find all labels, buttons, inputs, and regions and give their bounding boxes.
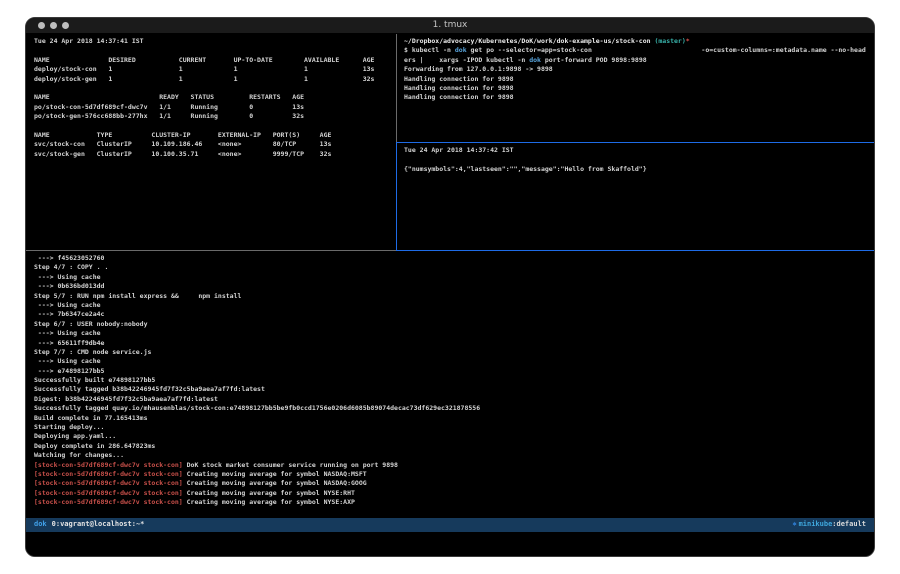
terminal-line: [stock-con-5d7df689cf-dwc7v stock-con] C…	[34, 489, 870, 498]
terminal-line: Successfully tagged quay.io/mhausenblas/…	[34, 404, 870, 413]
pane-curl-output[interactable]: Tue 24 Apr 2018 14:37:42 IST {"numsymbol…	[404, 146, 874, 174]
terminal-line: ---> 0b636bd013dd	[34, 282, 870, 291]
terminal-line: Forwarding from 127.0.0.1:9898 -> 9898	[404, 65, 874, 74]
terminal-line: deploy/stock-gen 1 1 1 1 32s	[34, 75, 394, 84]
terminal-line: [stock-con-5d7df689cf-dwc7v stock-con] D…	[34, 461, 870, 470]
terminal-line: NAME TYPE CLUSTER-IP EXTERNAL-IP PORT(S)…	[34, 131, 394, 140]
terminal-line: Watching for changes...	[34, 451, 870, 460]
terminal-line: [stock-con-5d7df689cf-dwc7v stock-con] C…	[34, 470, 870, 479]
terminal-line: Successfully tagged b38b42246945fd7f32c5…	[34, 385, 870, 394]
close-button[interactable]	[38, 22, 45, 29]
pane-port-forward[interactable]: ~/Dropbox/advocacy/Kubernetes/DoK/work/d…	[404, 37, 874, 103]
status-right: ⎈minikube:default	[792, 520, 866, 529]
window-label: 0:vagrant@localhost:~*	[52, 520, 145, 528]
pane-divider-horizontal-active-top[interactable]	[396, 142, 874, 143]
kubernetes-helm-icon: ⎈	[792, 520, 796, 528]
terminal-line: Step 4/7 : COPY . .	[34, 263, 870, 272]
terminal-line: ---> 65611ff9db4e	[34, 339, 870, 348]
terminal-line: ~/Dropbox/advocacy/Kubernetes/DoK/work/d…	[404, 37, 874, 46]
terminal-line: Tue 24 Apr 2018 14:37:41 IST	[34, 37, 394, 46]
terminal-line: $ kubectl -n dok get po --selector=app=s…	[404, 46, 874, 55]
window-titlebar: 1. tmux	[26, 18, 874, 34]
terminal-line	[34, 46, 394, 55]
terminal-line: Step 6/7 : USER nobody:nobody	[34, 320, 870, 329]
terminal-line: ---> e74898127bb5	[34, 367, 870, 376]
terminal-line: NAME READY STATUS RESTARTS AGE	[34, 93, 394, 102]
terminal-line: NAME DESIRED CURRENT UP-TO-DATE AVAILABL…	[34, 56, 394, 65]
terminal-line: [stock-con-5d7df689cf-dwc7v stock-con] C…	[34, 479, 870, 488]
window-controls	[38, 22, 69, 29]
terminal-line: svc/stock-gen ClusterIP 10.100.35.71 <no…	[34, 150, 394, 159]
terminal-window: 1. tmux Tue 24 Apr 2018 14:37:41 IST NAM…	[25, 17, 875, 557]
terminal-line: ---> 7b6347ce2a4c	[34, 310, 870, 319]
terminal-line: Handling connection for 9898	[404, 84, 874, 93]
terminal-line: Step 7/7 : CMD node service.js	[34, 348, 870, 357]
terminal-line: Handling connection for 9898	[404, 75, 874, 84]
terminal-line: Handling connection for 9898	[404, 93, 874, 102]
terminal-line: po/stock-con-5d7df689cf-dwc7v 1/1 Runnin…	[34, 103, 394, 112]
terminal-line	[404, 155, 874, 164]
terminal-line: svc/stock-con ClusterIP 10.109.186.46 <n…	[34, 140, 394, 149]
terminal-line: Deploy complete in 286.647823ms	[34, 442, 870, 451]
terminal-line: Build complete in 77.165413ms	[34, 414, 870, 423]
terminal-line: ---> Using cache	[34, 357, 870, 366]
terminal-line: Tue 24 Apr 2018 14:37:42 IST	[404, 146, 874, 155]
terminal-line	[34, 84, 394, 93]
terminal-line: Successfully built e74898127bb5	[34, 376, 870, 385]
window-title: 1. tmux	[26, 18, 874, 33]
terminal-line: ers | xargs -IPOD kubectl -n dok port-fo…	[404, 56, 874, 65]
terminal-line: ---> Using cache	[34, 301, 870, 310]
terminal-line: Starting deploy...	[34, 423, 870, 432]
status-left: dok 0:vagrant@localhost:~*	[34, 520, 144, 529]
session-name: dok	[34, 520, 47, 528]
kube-namespace: :default	[832, 520, 866, 528]
terminal-line: Deploying app.yaml...	[34, 432, 870, 441]
pane-kubectl-watch[interactable]: Tue 24 Apr 2018 14:37:41 IST NAME DESIRE…	[34, 37, 394, 159]
terminal-line: Digest: b38b42246945fd7f32c5ba9aea7af7fd…	[34, 395, 870, 404]
terminal-line: {"numsymbols":4,"lastseen":"","message":…	[404, 165, 874, 174]
zoom-button[interactable]	[62, 22, 69, 29]
terminal-line: po/stock-gen-576cc688bb-277hx 1/1 Runnin…	[34, 112, 394, 121]
terminal-line: ---> f45623052760	[34, 254, 870, 263]
kube-context: minikube	[799, 520, 833, 528]
tmux-terminal: Tue 24 Apr 2018 14:37:41 IST NAME DESIRE…	[26, 34, 874, 556]
minimize-button[interactable]	[50, 22, 57, 29]
terminal-line	[34, 122, 394, 131]
pane-divider-vertical-inactive[interactable]	[396, 34, 397, 142]
pane-divider-horizontal-inactive[interactable]	[26, 250, 397, 251]
pane-skaffold-log[interactable]: ---> f45623052760Step 4/7 : COPY . . ---…	[34, 254, 870, 508]
terminal-line: Step 5/7 : RUN npm install express && np…	[34, 292, 870, 301]
terminal-line: [stock-con-5d7df689cf-dwc7v stock-con] C…	[34, 498, 870, 507]
pane-divider-vertical-active[interactable]	[396, 142, 397, 251]
tmux-status-bar: dok 0:vagrant@localhost:~* ⎈minikube:defa…	[26, 518, 874, 532]
terminal-line: ---> Using cache	[34, 273, 870, 282]
pane-divider-horizontal-active-bottom[interactable]	[396, 250, 874, 251]
terminal-line: ---> Using cache	[34, 329, 870, 338]
terminal-line: deploy/stock-con 1 1 1 1 13s	[34, 65, 394, 74]
